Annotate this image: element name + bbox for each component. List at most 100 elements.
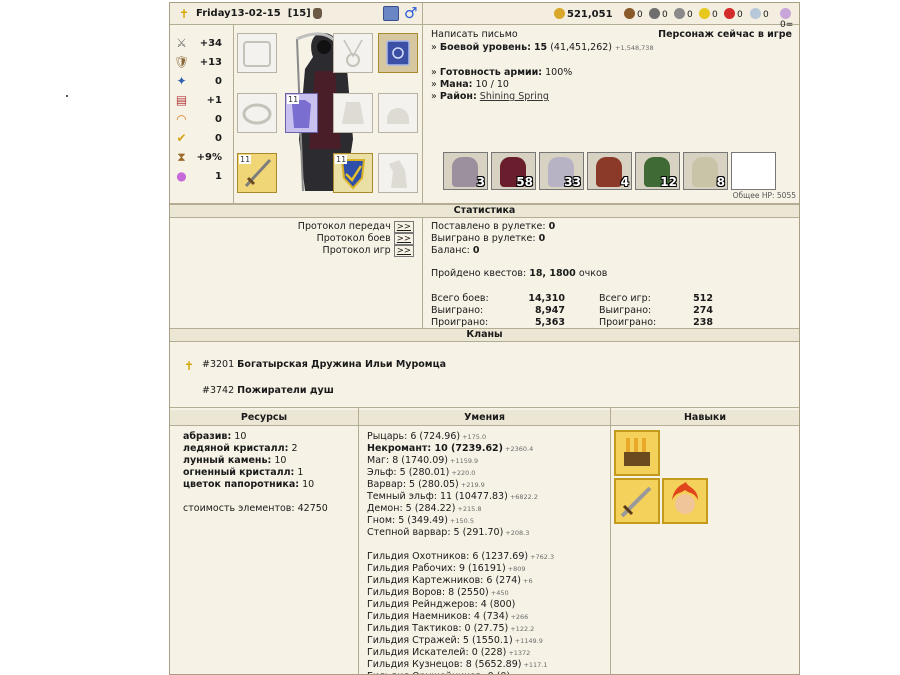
talent-book-icon[interactable] (614, 430, 660, 476)
item-level: 11 (287, 95, 300, 104)
stat-label: Всего игр: (599, 293, 651, 304)
stat-row: ✦ 0 (174, 73, 230, 90)
unit-count: 33 (564, 175, 581, 189)
guild-skill: Гильдия Кузнецов: 8 (5652.89) +117.1 (367, 659, 548, 670)
morale-icon: ✔ (176, 131, 187, 145)
guild-skill: Гильдия Рейнджеров: 4 (800) (367, 599, 516, 610)
stat-value: +34 (199, 38, 222, 49)
clan-item[interactable]: #3201 Богатырская Дружина Ильи Муромца (202, 359, 446, 370)
army-unit-slot[interactable]: 8 (683, 152, 728, 190)
equip-slot-amulet[interactable] (333, 33, 373, 73)
equip-slot-ring[interactable] (237, 93, 277, 133)
luck-icon: ◠ (176, 112, 187, 126)
stat-row: ◠ 0 (174, 111, 230, 128)
district-link[interactable]: Shining Spring (480, 91, 549, 102)
faction-skill: Эльф: 5 (280.01) +220.0 (367, 467, 476, 478)
clan-item[interactable]: #3742 Пожиратели душ (202, 385, 334, 396)
character-name[interactable]: Friday13-02-15 [15] (196, 8, 311, 19)
stat-value: +9% (196, 152, 222, 163)
stat-value: 238 (693, 317, 713, 328)
faction-skill: Темный эльф: 11 (10477.83) +6822.2 (367, 491, 539, 502)
open-protocol-button[interactable]: >> (393, 221, 414, 233)
army-unit-slot[interactable]: 12 (635, 152, 680, 190)
army-unit-slot[interactable]: 4 (587, 152, 632, 190)
equip-slot-weapon-right[interactable] (237, 33, 277, 73)
stat-value: 14,310 (528, 293, 565, 304)
army-lineup: 3 58 33 4 12 8 (443, 152, 783, 190)
key-icon: ✝ (179, 7, 190, 21)
key-icon: ✝ (184, 359, 195, 373)
initiative-icon: ⧗ (177, 150, 186, 164)
resource-item: лунный камень: 10 (183, 455, 287, 466)
character-info: 521,051 0 0 0 0 0 0 0= Написать письмо Персонаж… (423, 3, 799, 204)
resource-ore: 0 (649, 8, 668, 20)
mercury-icon (674, 8, 685, 19)
equip-slot-armor[interactable]: 11 (285, 93, 318, 133)
resource-item: абразив: 10 (183, 431, 247, 442)
mana-orb-icon: ● (176, 169, 187, 183)
protocol-link[interactable]: Протокол боев >> (317, 233, 414, 245)
stat-value: 0 (215, 133, 222, 144)
district: Район: Shining Spring (431, 91, 549, 102)
stat-value: 8,947 (534, 305, 565, 316)
army-empty-slot[interactable] (731, 152, 776, 190)
attack-icon: ⚔ (176, 36, 187, 50)
faction-skill: Некромант: 10 (7239.62) +2360.4 (367, 443, 534, 454)
stat-row: ⚔ +34 (174, 35, 230, 52)
protocol-link[interactable]: Протокол игр >> (323, 245, 414, 257)
equip-slot-helmet[interactable] (378, 93, 418, 133)
faction-skill: Гном: 5 (349.49) +150.5 (367, 515, 474, 526)
equip-slot-shield[interactable]: 11 (333, 153, 373, 193)
write-letter-link[interactable]: Написать письмо (431, 29, 518, 40)
unit-count: 12 (660, 175, 677, 189)
statistics: Поставлено в рулетке: 0 Выиграно в рулет… (431, 221, 713, 328)
total-hp: Общее HP: 5055 (732, 191, 796, 200)
open-protocol-button[interactable]: >> (393, 233, 414, 245)
bottom-sections: Ресурсы Умения Навыки абразив: 10 ледяной… (170, 407, 799, 674)
stat-label: Всего боев: (431, 293, 489, 304)
equip-slot-horse[interactable] (378, 153, 418, 193)
faction-skill: Варвар: 5 (280.05) +219.9 (367, 479, 485, 490)
resource-gem: 0= (780, 8, 799, 30)
clan-emblem-icon[interactable] (313, 8, 322, 19)
stat-label: Выиграно: (431, 305, 484, 316)
resource-item: цветок папоротника: 10 (183, 479, 315, 490)
stat-row: 🛡 +13 (174, 54, 230, 71)
equip-slot-back[interactable] (333, 93, 373, 133)
faction-skill: Рыцарь: 6 (724.96) +175.0 (367, 431, 487, 442)
creature-portrait-icon (596, 157, 622, 187)
profile-top: ✝ Friday13-02-15 [15] ♂ ⚔ +34 🛡 +13 ✦ 0 ▤ +1 ◠ 0 ✔… (170, 3, 799, 204)
protocol-link[interactable]: Протокол передач >> (298, 221, 414, 233)
item-level: 11 (239, 155, 252, 164)
resource-gold: 521,051 (554, 8, 613, 20)
gold-icon (554, 8, 565, 19)
guild-skill: Гильдия Тактиков: 0 (27.75) +122.2 (367, 623, 535, 634)
stat-value: +1 (206, 95, 222, 106)
character-header: ✝ Friday13-02-15 [15] ♂ (170, 3, 423, 25)
knowledge-icon: ▤ (175, 93, 188, 107)
guild-skill: Гильдия Воров: 8 (2550) +450 (367, 587, 509, 598)
stat-row: ● 1 (174, 168, 230, 185)
talent-sword-icon[interactable] (614, 478, 660, 524)
spellpower-icon: ✦ (176, 74, 187, 88)
wood-icon (624, 8, 635, 19)
army-unit-slot[interactable]: 3 (443, 152, 488, 190)
stray-dot (66, 95, 68, 97)
army-unit-slot[interactable]: 33 (539, 152, 584, 190)
equip-slot-book[interactable] (378, 33, 418, 73)
online-status: Персонаж сейчас в игре (658, 29, 792, 40)
protocols: Протокол передач >> Протокол боев >> Прото… (170, 218, 423, 328)
army-unit-slot[interactable]: 58 (491, 152, 536, 190)
mail-icon[interactable] (383, 6, 399, 21)
male-gender-icon: ♂ (404, 4, 418, 22)
talent-fire-head-icon[interactable] (662, 478, 708, 524)
section-talents-title: Навыки (611, 410, 799, 426)
stat-value: 0 (215, 76, 222, 87)
faction-skill: Демон: 5 (284.22) +215.8 (367, 503, 482, 514)
open-protocol-button[interactable]: >> (393, 245, 414, 257)
unit-count: 8 (716, 175, 725, 189)
gem-icon (780, 8, 791, 19)
stat-value: 1 (215, 171, 222, 182)
defense-icon: 🛡 (174, 55, 190, 69)
equip-slot-weapon[interactable]: 11 (237, 153, 277, 193)
